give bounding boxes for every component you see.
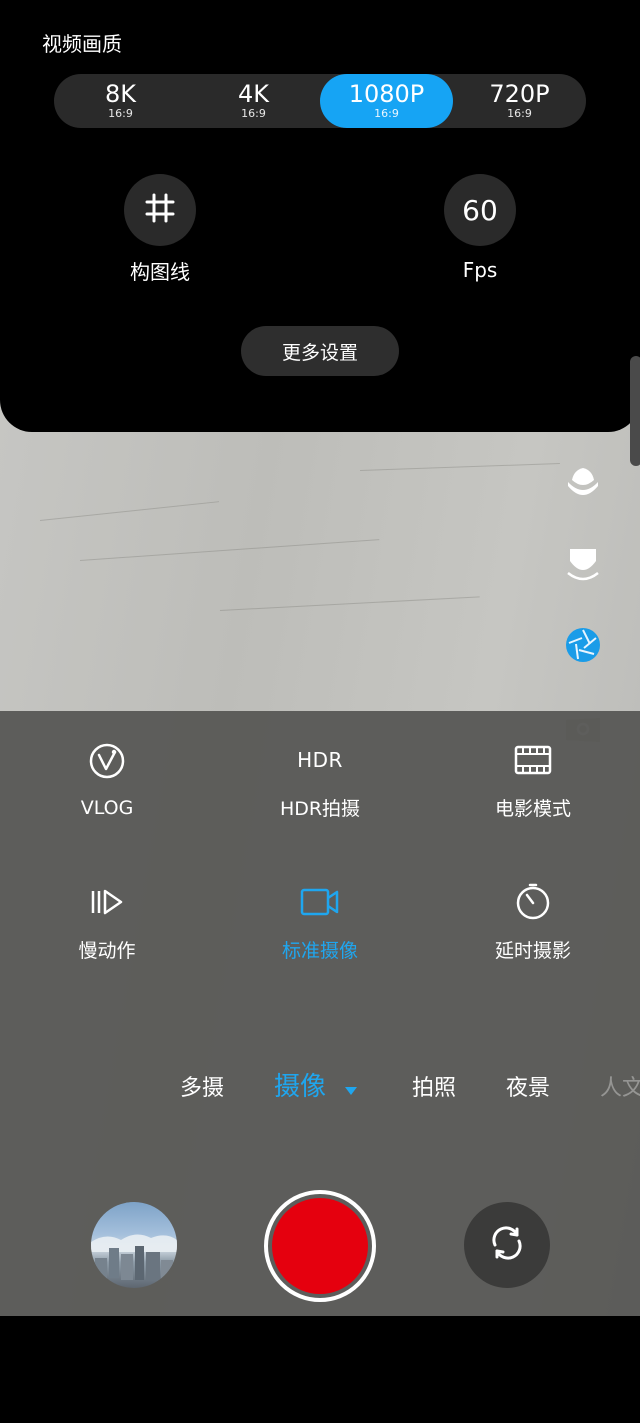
mode-strip-multicam[interactable]: 多摄 — [180, 1070, 224, 1102]
gallery-thumbnail[interactable] — [91, 1202, 177, 1288]
hdr-icon-text: HDR — [297, 747, 343, 772]
aperture-icon[interactable] — [562, 624, 604, 666]
grid-icon — [142, 190, 178, 230]
video-quality-panel: 视频画质 8K 16:9 4K 16:9 1080P 16:9 720P 16:… — [0, 0, 640, 432]
mode-strip-humanistic[interactable]: 人文 — [600, 1070, 640, 1102]
mode-standard-video[interactable]: 标准摄像 — [245, 853, 395, 963]
beauty-icon[interactable] — [562, 462, 604, 504]
timer-icon — [511, 881, 555, 922]
mode-label: 电影模式 — [494, 798, 571, 820]
grid-lines-label: 构图线 — [130, 260, 190, 284]
mode-strip-night[interactable]: 夜景 — [506, 1070, 550, 1102]
video-camera-icon — [298, 881, 342, 922]
mode-strip-video[interactable]: 摄像 — [274, 1066, 358, 1103]
resolution-ratio: 16:9 — [507, 107, 532, 120]
resolution-label: 4K — [237, 80, 269, 108]
resolution-ratio: 16:9 — [241, 107, 266, 120]
resolution-label: 1080P — [348, 80, 425, 108]
record-button-inner — [272, 1198, 368, 1294]
slow-motion-icon — [85, 881, 129, 922]
mode-label: VLOG — [80, 797, 134, 819]
fps-label: Fps — [462, 258, 498, 282]
switch-camera-button[interactable] — [464, 1202, 550, 1288]
vlog-icon — [85, 739, 129, 783]
mode-label: 慢动作 — [78, 940, 136, 962]
resolution-ratio: 16:9 — [108, 107, 133, 120]
fps-button[interactable]: 60 — [444, 174, 516, 246]
mode-label: HDR拍摄 — [279, 798, 361, 820]
mode-hdr[interactable]: HDR HDR拍摄 — [245, 711, 395, 821]
face-slim-icon[interactable] — [562, 543, 604, 585]
film-icon — [511, 739, 555, 780]
grid-lines-button[interactable] — [124, 174, 196, 246]
mode-timelapse[interactable]: 延时摄影 — [458, 853, 608, 963]
hdr-icon: HDR — [297, 739, 343, 780]
mode-label: 延时摄影 — [494, 940, 571, 962]
resolution-option-8k[interactable]: 8K 16:9 — [54, 74, 187, 128]
mode-strip-video-label: 摄像 — [274, 1072, 327, 1102]
resolution-option-1080p[interactable]: 1080P 16:9 — [320, 74, 453, 128]
panel-title: 视频画质 — [42, 32, 122, 56]
mode-vlog[interactable]: VLOG — [32, 711, 182, 821]
resolution-ratio: 16:9 — [374, 107, 399, 120]
mode-label: 标准摄像 — [281, 940, 358, 962]
resolution-selector: 8K 16:9 4K 16:9 1080P 16:9 720P 16:9 — [54, 74, 586, 128]
fps-value: 60 — [462, 193, 498, 227]
navigation-area — [0, 1316, 640, 1423]
resolution-label: 720P — [489, 80, 550, 108]
mode-slow-motion[interactable]: 慢动作 — [32, 853, 182, 963]
resolution-option-4k[interactable]: 4K 16:9 — [187, 74, 320, 128]
mode-strip-photo[interactable]: 拍照 — [412, 1070, 456, 1102]
record-button[interactable] — [264, 1190, 376, 1302]
resolution-label: 8K — [104, 80, 136, 108]
mode-movie[interactable]: 电影模式 — [458, 711, 608, 821]
edge-panel-handle[interactable] — [630, 356, 640, 466]
resolution-option-720p[interactable]: 720P 16:9 — [453, 74, 586, 128]
chevron-down-icon — [344, 1073, 358, 1103]
more-settings-button[interactable]: 更多设置 — [241, 326, 399, 376]
switch-camera-icon — [487, 1223, 527, 1267]
